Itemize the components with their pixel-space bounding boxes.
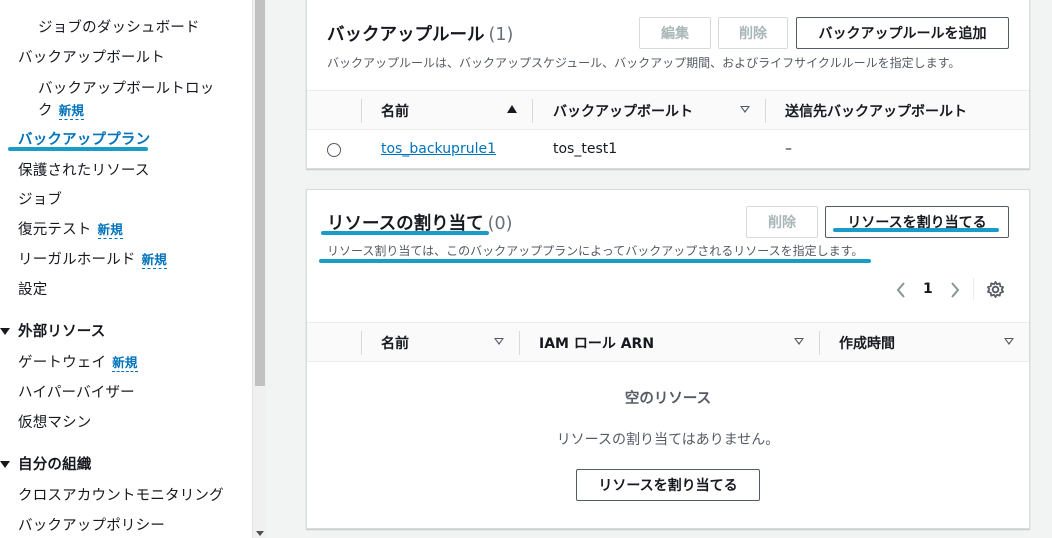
- gear-icon[interactable]: [986, 280, 1005, 299]
- highlight-underline: [8, 147, 148, 151]
- sidebar-item-label: バックアッププラン: [18, 132, 151, 148]
- table-header: 名前 バックアップボールト 送信先バックアップボールト: [307, 90, 1029, 130]
- column-separator: [765, 99, 766, 123]
- scroll-down-arrow-icon[interactable]: [256, 531, 264, 536]
- new-badge[interactable]: 新規: [112, 355, 138, 372]
- chevron-left-icon[interactable]: [895, 281, 907, 299]
- rule-vault: tos_test1: [553, 141, 618, 157]
- row-radio[interactable]: [327, 143, 341, 157]
- sidebar-item-backup-vaults[interactable]: バックアップボールト: [18, 46, 165, 67]
- sidebar: ジョブのダッシュボード バックアップボールト バックアップボールトロッ ク新規 …: [0, 0, 252, 538]
- sidebar-item-label: 設定: [18, 282, 48, 298]
- sidebar-item-protected-resources[interactable]: 保護されたリソース: [18, 159, 150, 180]
- chevron-right-icon[interactable]: [949, 281, 961, 299]
- sidebar-item-cross-account-monitoring[interactable]: クロスアカウントモニタリング: [18, 484, 224, 505]
- resource-assignments-panel: リソースの割り当て (0) リソース割り当ては、このバックアッププランによってバッ…: [306, 189, 1030, 529]
- sidebar-item-label: ジョブのダッシュボード: [38, 20, 200, 36]
- panel-description: バックアップルールは、バックアップスケジュール、バックアップ期間、およびライフサ…: [327, 56, 961, 70]
- add-backup-rule-button[interactable]: バックアップルールを追加: [796, 17, 1009, 49]
- sidebar-item-hypervisors[interactable]: ハイパーバイザー: [18, 381, 135, 402]
- sort-icon[interactable]: [1004, 338, 1014, 345]
- column-header-iam-role-arn[interactable]: IAM ロール ARN: [539, 333, 654, 353]
- sort-icon[interactable]: [494, 338, 504, 345]
- sidebar-item-label: 保護されたリソース: [18, 163, 150, 179]
- caret-down-icon: [0, 328, 10, 335]
- backup-rules-panel: バックアップルール (1) バックアップルールは、バックアップスケジュール、バック…: [306, 0, 1030, 169]
- highlight-underline: [319, 259, 871, 263]
- sidebar-item-label: ジョブ: [18, 192, 63, 208]
- column-header-destination-vault[interactable]: 送信先バックアップボールト: [785, 101, 967, 121]
- sidebar-item-vault-lock-cont[interactable]: ク新規: [38, 99, 85, 120]
- sidebar-item-label: ク: [38, 103, 53, 119]
- sidebar-item-virtual-machines[interactable]: 仮想マシン: [18, 411, 92, 432]
- column-separator: [819, 331, 820, 355]
- sidebar-item-label: 復元テスト: [18, 222, 92, 238]
- empty-state-title: 空のリソース: [624, 391, 712, 407]
- panel-title: バックアップルール (1): [327, 25, 514, 45]
- column-header-vault[interactable]: バックアップボールト: [553, 101, 693, 121]
- rule-destination: –: [785, 141, 792, 157]
- sidebar-section-external-resources[interactable]: 外部リソース: [0, 320, 105, 341]
- sidebar-item-legal-hold[interactable]: リーガルホールド 新規: [18, 248, 168, 269]
- sort-icon[interactable]: [794, 338, 804, 345]
- edit-button[interactable]: 編集: [639, 17, 711, 49]
- main-content: バックアップルール (1) バックアップルールは、バックアップスケジュール、バック…: [266, 0, 1052, 538]
- sidebar-item-label: バックアップボールトロッ: [38, 81, 215, 97]
- scrollbar-thumb[interactable]: [255, 0, 265, 386]
- count-badge: (0): [487, 214, 513, 234]
- sidebar-section-label: 自分の組織: [18, 457, 92, 473]
- sidebar-item-label: ゲートウェイ: [18, 355, 107, 371]
- new-badge[interactable]: 新規: [97, 222, 123, 239]
- sidebar-item-label: 仮想マシン: [18, 415, 92, 431]
- caret-down-icon: [0, 461, 10, 468]
- assign-resources-button[interactable]: リソースを割り当てる: [825, 206, 1009, 238]
- sidebar-scrollbar[interactable]: [252, 0, 266, 538]
- column-header-creation-time[interactable]: 作成時間: [839, 333, 895, 353]
- sidebar-item-settings[interactable]: 設定: [18, 278, 47, 299]
- column-separator: [361, 331, 362, 355]
- sidebar-item-label: バックアップボールト: [18, 50, 165, 66]
- sidebar-item-gateways[interactable]: ゲートウェイ 新規: [18, 351, 138, 372]
- new-badge[interactable]: 新規: [141, 252, 168, 269]
- sidebar-item-backup-policies[interactable]: バックアップポリシー: [18, 514, 165, 535]
- highlight-underline: [321, 231, 489, 235]
- column-header-name[interactable]: 名前: [381, 333, 409, 353]
- sidebar-item-job-dashboard[interactable]: ジョブのダッシュボード: [38, 16, 200, 37]
- sidebar-item-label: ハイパーバイザー: [18, 385, 135, 401]
- rule-name-link[interactable]: tos_backuprule1: [381, 141, 496, 157]
- sort-icon[interactable]: [740, 106, 750, 113]
- sidebar-section-label: 外部リソース: [18, 324, 106, 340]
- column-header-name[interactable]: 名前: [381, 101, 409, 121]
- column-separator: [532, 99, 533, 123]
- sidebar-item-backup-plans[interactable]: バックアッププラン: [18, 128, 150, 149]
- sidebar-section-my-organization[interactable]: 自分の組織: [0, 453, 92, 474]
- sort-ascending-icon[interactable]: [507, 105, 517, 113]
- new-badge[interactable]: 新規: [58, 103, 85, 120]
- sidebar-item-vault-lock[interactable]: バックアップボールトロッ: [38, 77, 214, 98]
- panel-description: リソース割り当ては、このバックアッププランによってバックアップされるリソースを指…: [327, 244, 864, 258]
- highlight-underline: [833, 228, 999, 232]
- column-separator: [361, 99, 362, 123]
- sidebar-item-label: バックアップポリシー: [18, 518, 165, 534]
- sidebar-item-label: リーガルホールド: [18, 252, 136, 268]
- delete-button[interactable]: 削除: [746, 206, 818, 238]
- sidebar-item-label: クロスアカウントモニタリング: [18, 488, 224, 504]
- empty-assign-resources-button[interactable]: リソースを割り当てる: [576, 469, 760, 501]
- divider: [973, 278, 974, 300]
- delete-button[interactable]: 削除: [718, 17, 788, 49]
- column-separator: [519, 331, 520, 355]
- empty-state-text: リソースの割り当てはありません。: [556, 432, 780, 448]
- page-number[interactable]: 1: [923, 281, 933, 297]
- count-badge: (1): [488, 25, 514, 45]
- sidebar-item-restore-testing[interactable]: 復元テスト 新規: [18, 218, 123, 239]
- table-header: 名前 IAM ロール ARN 作成時間: [307, 322, 1029, 362]
- sidebar-item-jobs[interactable]: ジョブ: [18, 188, 62, 209]
